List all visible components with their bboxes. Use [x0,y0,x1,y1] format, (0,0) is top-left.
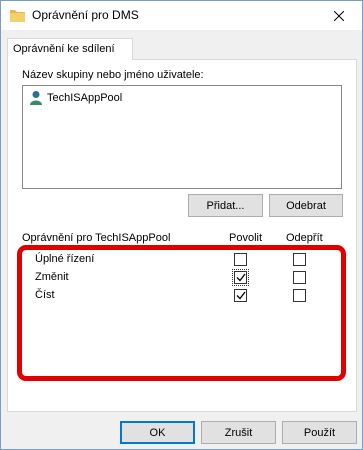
list-item[interactable]: TechISAppPool [29,90,122,105]
deny-full-control-checkbox[interactable] [293,253,306,266]
list-item-label: TechISAppPool [47,91,123,104]
deny-change-checkbox[interactable] [293,271,306,284]
tab-share-permissions[interactable]: Oprávnění ke sdílení [7,38,133,60]
allow-read-checkbox[interactable] [234,289,247,302]
tab-label: Oprávnění ke sdílení [13,43,115,55]
deny-read-checkbox[interactable] [293,289,306,302]
window-title: Oprávnění pro DMS [32,8,139,22]
checkmark-icon [236,291,246,300]
group-listbox[interactable]: TechISAppPool [22,85,342,189]
allow-full-control-checkbox[interactable] [234,253,247,266]
remove-button[interactable]: Odebrat [269,194,343,217]
add-button[interactable]: Přidat... [188,194,263,217]
apply-button[interactable]: Použít [282,421,357,444]
ok-button[interactable]: OK [120,421,195,444]
close-icon [334,10,344,21]
cancel-button[interactable]: Zrušit [201,421,276,444]
checkmark-icon [236,273,246,282]
permission-label-full-control: Úplné řízení [35,253,95,265]
permission-label-change: Změnit [35,271,69,283]
close-button[interactable] [316,1,362,30]
group-list-label: Název skupiny nebo jméno uživatele: [22,69,204,81]
permissions-header: Oprávnění pro TechISAppPool [22,232,171,244]
user-icon [30,91,42,105]
permissions-dialog: Oprávnění pro DMS Oprávnění ke sdílení N… [0,0,363,450]
permission-label-read: Číst [35,289,55,301]
allow-column-header: Povolit [229,232,263,244]
deny-column-header: Odepřít [286,232,323,244]
allow-change-checkbox[interactable] [232,269,249,286]
folder-icon [10,10,25,22]
title-bar: Oprávnění pro DMS [1,1,362,30]
